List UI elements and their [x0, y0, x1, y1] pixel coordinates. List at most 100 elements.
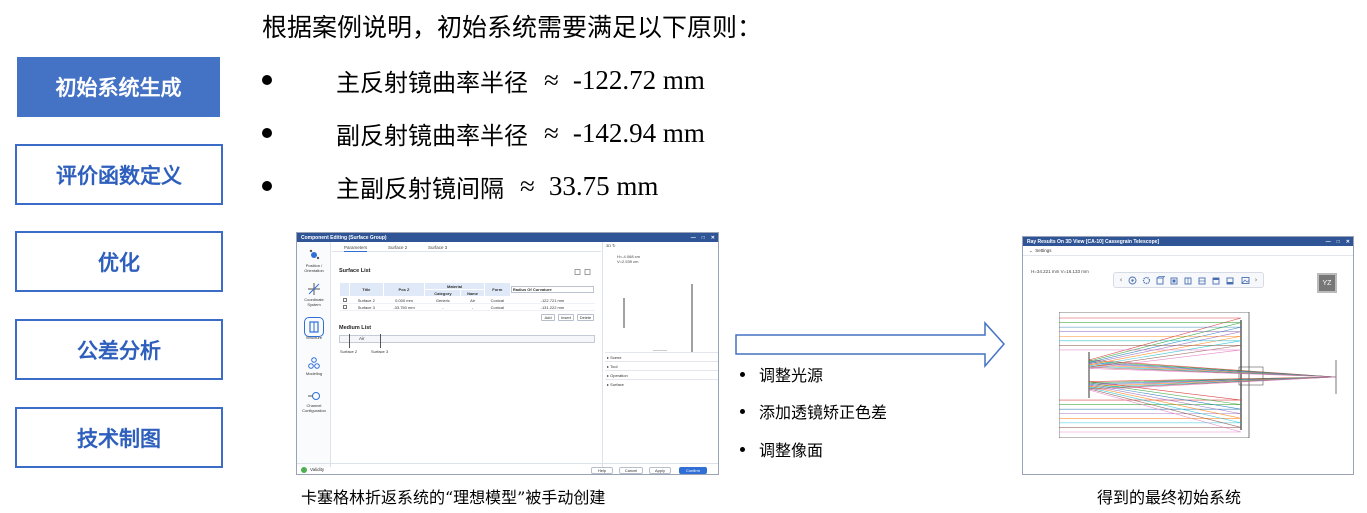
close-icon[interactable]: ✕	[1346, 239, 1350, 245]
bullet-label: 副反射镜曲率半径	[336, 121, 528, 150]
confirm-button[interactable]: Confirm	[679, 467, 707, 474]
list-view-icons[interactable]	[574, 269, 594, 275]
sidebar-item-label: Structure	[305, 335, 323, 340]
cube-left-icon[interactable]	[1184, 276, 1193, 285]
cube-right-icon[interactable]	[1198, 276, 1207, 285]
editor-sidebar: Position / Orientation Coordinate System…	[297, 242, 331, 467]
surface-table: Title Pos Z Material Form Radius Of Curv…	[339, 282, 596, 311]
chevron-right-icon[interactable]: ›	[1255, 276, 1258, 284]
maximize-icon[interactable]: □	[702, 235, 705, 241]
cell-pos-z: -33.750 mm	[383, 303, 425, 311]
nav-merit-function-button[interactable]: 评价函数定义	[15, 144, 223, 205]
help-button[interactable]: Help	[591, 467, 613, 474]
row-checkbox[interactable]	[342, 304, 347, 309]
validity-label: Validity	[310, 467, 325, 472]
window-title: Ray Results On 3D View [CA-10] Cassegrai…	[1027, 238, 1160, 245]
window-title: Component Editing (Surface Group)	[301, 234, 387, 241]
refresh-icon[interactable]: ↻	[612, 243, 615, 248]
bullet-label: 主副反射镜间隔	[336, 174, 504, 203]
minimize-icon[interactable]: —	[1326, 239, 1331, 245]
window-titlebar: Ray Results On 3D View [CA-10] Cassegrai…	[1023, 237, 1353, 246]
accordion-scene[interactable]: ▸ Scene	[605, 352, 718, 361]
cube-front-icon[interactable]	[1156, 275, 1165, 285]
sidebar-item-label: Coordinate System	[304, 297, 324, 307]
splitter-handle[interactable]	[653, 350, 667, 351]
column-header: Pos Z	[382, 282, 426, 297]
chevron-down-icon: ⌄	[1029, 247, 1033, 253]
nav-optimization-button[interactable]: 优化	[15, 231, 223, 292]
view-coordinates: H=34.221 mm V=16.133 mm	[1031, 269, 1089, 274]
apply-button[interactable]: Apply	[649, 467, 671, 474]
medium-bar[interactable]	[339, 335, 595, 343]
gear-icon[interactable]	[1142, 276, 1151, 285]
bullet-secondary-mirror-radius: 副反射镜曲率半径 ≈ -142.94 mm	[262, 113, 705, 153]
preview-coord-v: V=2.539 cm	[617, 259, 639, 264]
bullet-dot-icon	[740, 408, 745, 414]
tab-surface-3[interactable]: Surface 3	[428, 245, 447, 250]
bullet-dot-icon	[262, 181, 272, 191]
cube-top-icon[interactable]	[1212, 276, 1221, 285]
yz-view-button[interactable]: YZ	[1317, 273, 1337, 293]
table-row[interactable]: Surface 3 -33.750 mm - - Conical -131.22…	[339, 303, 595, 311]
bullet-label: 主反射镜曲率半径	[336, 68, 528, 97]
insert-button[interactable]: Insert	[558, 314, 574, 321]
telescope-outline	[1059, 312, 1250, 438]
bullet-value: -142.94 mm	[572, 117, 705, 148]
delete-button[interactable]: Delete	[577, 314, 594, 321]
view-toolbar: ‹ ›	[1113, 272, 1264, 288]
step-item: 添加透镜矫正色差	[740, 399, 887, 423]
cell-title: Surface 3	[349, 303, 384, 311]
chevron-left-icon[interactable]: ‹	[1120, 276, 1123, 284]
image-icon[interactable]	[1241, 276, 1250, 285]
window-titlebar: Component Editing (Surface Group) — □ ✕	[297, 233, 718, 242]
cube-back-icon[interactable]	[1170, 276, 1179, 285]
nav-technical-drawing-button[interactable]: 技术制图	[15, 407, 223, 468]
view-label: 3D ↻	[606, 243, 616, 248]
add-button[interactable]: Add	[541, 314, 555, 321]
cell-name: -	[460, 303, 485, 311]
bullet-value: -122.72 mm	[572, 64, 705, 95]
accordion-surface[interactable]: ▸ Surface	[605, 379, 718, 388]
sidebar-item-coordinate[interactable]: Coordinate System	[298, 282, 330, 307]
structure-icon	[304, 317, 324, 337]
nav-initial-system-button[interactable]: 初始系统生成	[17, 57, 220, 117]
minimize-icon[interactable]: —	[691, 235, 696, 241]
tab-parameters[interactable]: Parameters	[344, 245, 368, 252]
position-orientation-icon	[309, 249, 320, 260]
caption-ideal-model: 卡塞格林折返系统的“理想模型”被手动创建	[301, 488, 606, 507]
settings-toggle[interactable]: ⌄ Settings	[1023, 246, 1353, 256]
cell-name: Air	[460, 296, 485, 304]
column-header: Form	[483, 282, 511, 297]
corrector-lens	[1238, 366, 1264, 386]
target-icon[interactable]	[1128, 276, 1137, 285]
nav-tolerance-analysis-button[interactable]: 公差分析	[15, 319, 223, 380]
surface-marker-label: Surface 2	[340, 349, 358, 354]
cancel-button[interactable]: Cancel	[619, 467, 643, 474]
column-select[interactable]: Radius Of Curvature	[510, 286, 594, 293]
column-header: Material	[424, 282, 485, 290]
sidebar-item-position[interactable]: Position / Orientation	[298, 248, 330, 273]
surface-list-title: Surface List	[339, 268, 371, 274]
sidebar-item-channel[interactable]: Channel Configuration	[298, 388, 330, 413]
table-row[interactable]: Surface 2 0.000 mm Generic Air Conical -…	[339, 296, 595, 304]
accordion-operation[interactable]: ▸ Operation	[605, 370, 718, 379]
cell-title: Surface 2	[349, 296, 384, 304]
accordion-tool[interactable]: ▸ Tool	[605, 361, 718, 370]
cell-category: -	[424, 303, 461, 311]
sidebar-item-structure[interactable]: Structure	[298, 317, 330, 340]
ray-trace-canvas[interactable]	[1059, 312, 1349, 438]
surface-preview-canvas[interactable]	[603, 272, 719, 362]
editor-statusbar: Validity Help Cancel Apply Confirm	[297, 463, 718, 474]
tab-surface-2[interactable]: Surface 2	[388, 245, 407, 250]
sidebar-item-modeling[interactable]: Modeling	[298, 356, 330, 376]
cell-radius: -131.222 mm	[510, 303, 595, 311]
bullet-dot-icon	[740, 371, 745, 377]
caption-final-system: 得到的最终初始系统	[1097, 488, 1242, 507]
medium-name: Air	[359, 336, 365, 341]
ray-path	[1059, 349, 1337, 378]
bullet-primary-mirror-radius: 主反射镜曲率半径 ≈ -122.72 mm	[262, 60, 705, 100]
maximize-icon[interactable]: □	[1337, 239, 1340, 245]
row-checkbox[interactable]	[342, 297, 347, 302]
close-icon[interactable]: ✕	[711, 235, 715, 241]
cube-bottom-icon[interactable]	[1226, 276, 1235, 285]
